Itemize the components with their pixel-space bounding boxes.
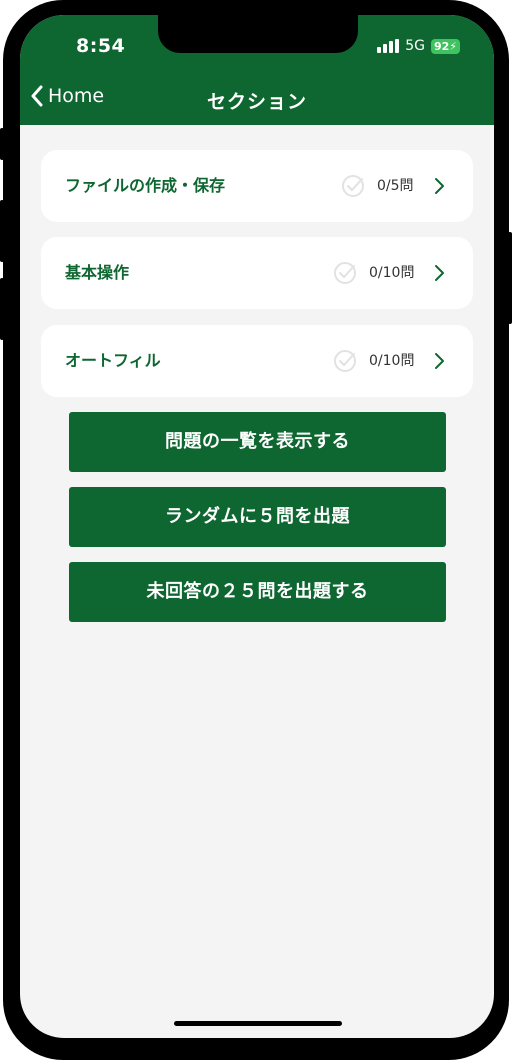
screen: 8:54 5G 92⚡ Home セクション ファイルの作成・保存 0/5問 基… [20,15,494,1038]
chevron-right-icon [435,178,444,194]
section-title: ファイルの作成・保存 [65,176,226,195]
home-indicator [174,1021,342,1026]
chevron-right-icon [435,265,444,281]
unanswered-questions-button[interactable]: 未回答の２５問を出題する [69,562,446,622]
section-title: 基本操作 [65,263,130,282]
side-button [0,278,4,340]
network-label: 5G [405,38,425,54]
notch [158,15,358,53]
section-card-autofill[interactable]: オートフィル 0/10問 [41,325,473,397]
random-questions-button[interactable]: ランダムに５問を出題 [69,487,446,547]
section-count: 0/10問 [369,353,415,369]
side-button [0,128,4,160]
status-indicators: 5G 92⚡ [377,38,460,54]
list-all-questions-button[interactable]: 問題の一覧を表示する [69,412,446,472]
page-title: セクション [206,91,307,113]
battery-level: 92 [433,39,450,53]
section-title: オートフィル [65,351,161,370]
section-count: 0/5問 [377,178,414,194]
header: 8:54 5G 92⚡ Home セクション [20,15,494,125]
check-circle-icon [334,350,356,372]
section-card-basic[interactable]: 基本操作 0/10問 [41,237,473,309]
signal-icon [377,39,400,53]
phone-frame: 8:54 5G 92⚡ Home セクション ファイルの作成・保存 0/5問 基… [0,0,512,1060]
status-time: 8:54 [76,35,126,57]
section-card-file[interactable]: ファイルの作成・保存 0/5問 [41,150,473,222]
chevron-right-icon [435,353,444,369]
battery-icon: 92⚡ [430,38,460,54]
check-circle-icon [342,175,364,197]
section-count: 0/10問 [369,265,415,281]
side-button [0,200,4,262]
check-circle-icon [334,262,356,284]
side-button [508,232,512,324]
